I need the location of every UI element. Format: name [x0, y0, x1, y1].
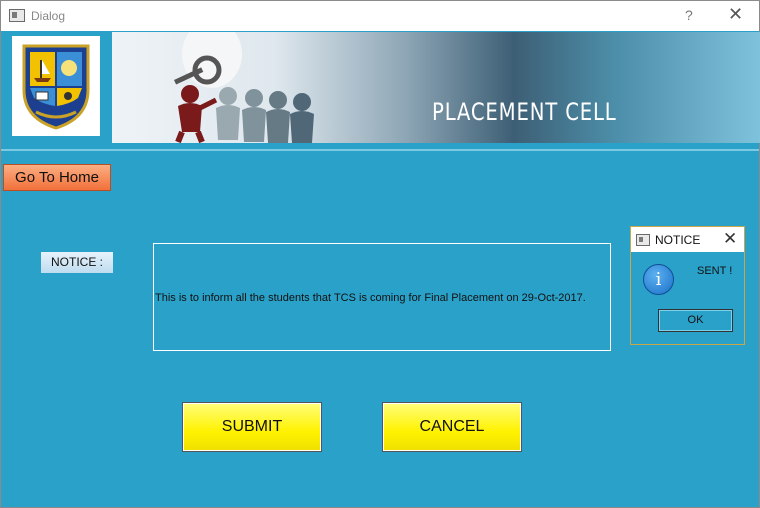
message-box-text: SENT ! — [697, 265, 733, 277]
college-logo — [12, 36, 100, 136]
cancel-button[interactable]: CANCEL — [382, 402, 522, 452]
information-icon: i — [643, 264, 674, 295]
title-bar: Dialog ? ✕ — [1, 1, 759, 31]
notice-message-box: NOTICE ✕ i SENT ! OK — [630, 226, 745, 345]
close-button[interactable]: ✕ — [728, 4, 743, 25]
header-banner: PLACEMENT CELL — [2, 32, 760, 145]
window-icon — [9, 9, 25, 22]
message-box-title-bar: NOTICE ✕ — [631, 227, 744, 252]
message-box-title: NOTICE — [655, 233, 701, 247]
message-box-window-icon — [636, 234, 650, 246]
submit-button[interactable]: SUBMIT — [182, 402, 322, 452]
dialog-window: Dialog ? ✕ PLACEMENT CELL Go To Home NOT… — [0, 0, 760, 508]
banner-image: PLACEMENT CELL — [112, 32, 760, 143]
banner-title: PLACEMENT CELL — [432, 98, 617, 126]
notice-textarea[interactable]: This is to inform all the students that … — [153, 243, 611, 351]
notice-text: This is to inform all the students that … — [155, 292, 586, 304]
people-illustration-icon — [174, 32, 314, 143]
notice-label: NOTICE : — [41, 252, 113, 273]
window-title: Dialog — [31, 9, 66, 23]
message-box-close-button[interactable]: ✕ — [723, 229, 737, 249]
go-to-home-button[interactable]: Go To Home — [3, 164, 111, 191]
college-crest-icon — [22, 44, 90, 130]
header-divider — [1, 149, 759, 151]
ok-button[interactable]: OK — [658, 309, 733, 332]
help-button[interactable]: ? — [685, 7, 693, 23]
